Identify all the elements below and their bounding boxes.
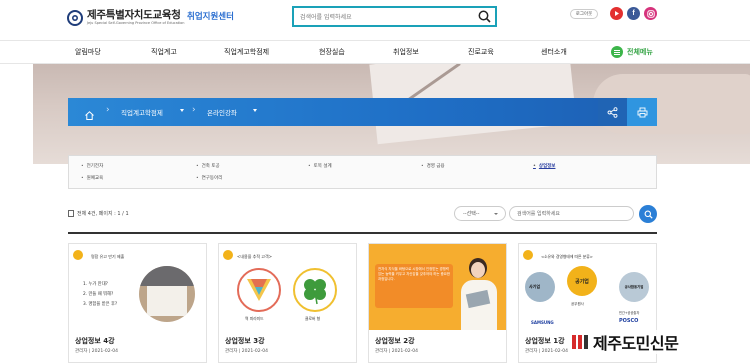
thumb-list-item: 1. 누가 만대?	[83, 282, 108, 287]
nav-item-career-education[interactable]: 진로교육	[468, 47, 494, 57]
print-icon	[637, 107, 647, 117]
category-filter: 전기전자 건축 토공 토목 설계 경영 금융 상업정보 원예교육 연구동아리	[68, 155, 657, 189]
thumb-heading: <내용을 추적 고객>	[237, 254, 273, 259]
hamburger-icon	[611, 46, 623, 58]
logout-button[interactable]: 로그아웃	[570, 9, 598, 19]
search-type-select[interactable]: --선택--	[454, 206, 506, 221]
watermark-text: 제주도민신문	[593, 334, 679, 353]
card-meta: 관리자 | 2021-02-04	[225, 349, 268, 354]
page: 제주특별자치도교육청 Jeju Special Self-Governing P…	[0, 0, 750, 363]
lecture-card[interactable]: <내용을 추적 고객> 역 피라미드 클로버 형 상업정보 3강 관리자 | 2…	[218, 243, 357, 363]
search-button[interactable]	[475, 8, 493, 25]
card-thumbnail: <내용을 추적 고객> 역 피라미드 클로버 형	[219, 244, 356, 330]
thumb-list-item: 3. 명함을 받은 후?	[83, 302, 118, 307]
nav-item-notice[interactable]: 알림마당	[75, 47, 101, 57]
header: 제주특별자치도교육청 Jeju Special Self-Governing P…	[0, 0, 750, 40]
document-icon	[68, 210, 74, 217]
search-icon	[644, 210, 653, 219]
thumb-label: 사기업	[529, 284, 541, 289]
card-thumbnail: 명함 유고 만기 제출 1. 누가 만대? 2. 만들 때 뭐해? 3. 명함을…	[69, 244, 206, 330]
keyword-search-button[interactable]	[639, 205, 657, 223]
thumb-brand: SAMSUNG	[531, 320, 554, 325]
org-name: 제주특별자치도교육청	[87, 9, 181, 21]
thumb-person	[457, 252, 501, 330]
watermark: 제주도민신문	[570, 330, 683, 354]
search-box	[292, 6, 497, 27]
lecture-card[interactable]: 전자식 지식을 바탕으로 시장에서 인정받는 경쟁력 있는 능력을 키우고 자신…	[368, 243, 507, 363]
thumb-list-item: 2. 만들 때 뭐해?	[83, 292, 114, 297]
thumb-brand: POSCO	[619, 318, 639, 324]
org-logo[interactable]: 제주특별자치도교육청 Jeju Special Self-Governing P…	[67, 9, 184, 26]
thumb-label: 클로버 형	[305, 316, 321, 321]
thumb-photo	[139, 266, 195, 322]
org-subtitle: Jeju Special Self-Governing Province Off…	[87, 21, 185, 25]
category-item[interactable]: 건축 토공	[196, 163, 220, 169]
thumb-circle-right	[293, 268, 337, 312]
thumb-text-box: 전자식 지식을 바탕으로 시장에서 인정받는 경쟁력 있는 능력을 키우고 자신…	[375, 264, 453, 308]
breadcrumb-item-online[interactable]: 온라인강좌	[207, 107, 237, 117]
site-name[interactable]: 취업지원센터	[187, 10, 234, 22]
thumb-label: 역 피라미드	[245, 316, 264, 321]
divider	[68, 232, 657, 234]
chevron-down-icon[interactable]	[253, 109, 257, 112]
facebook-icon[interactable]: f	[627, 7, 640, 20]
share-icon	[607, 106, 618, 118]
nav-item-job-info[interactable]: 취업정보	[393, 47, 419, 57]
card-meta: 관리자 | 2021-02-04	[75, 349, 118, 354]
search-icon	[478, 10, 491, 23]
all-menu-label: 전체메뉴	[627, 48, 653, 56]
main-nav: 알림마당 직업계고 직업계고학점제 현장실습 취업정보 진로교육 센터소개 전체…	[0, 40, 750, 64]
thumb-circle-left	[237, 268, 281, 312]
card-meta: 관리자 | 2021-02-04	[375, 349, 418, 354]
category-item[interactable]: 경영 금융	[421, 163, 445, 169]
thumb-label: 공무원사	[571, 302, 584, 306]
nav-item-credit-system[interactable]: 직업계고학점제	[224, 47, 269, 57]
chevron-right-icon: ›	[106, 105, 110, 115]
thumb-list: 1. 누가 만대? 2. 만들 때 뭐해? 3. 명함을 받은 후?	[83, 280, 117, 310]
category-item-active[interactable]: 상업정보	[533, 163, 556, 169]
card-title[interactable]: 상업정보 4강	[75, 336, 115, 346]
print-button[interactable]	[627, 98, 657, 126]
search-input[interactable]	[300, 11, 470, 23]
category-item[interactable]: 전기전자	[81, 163, 104, 169]
breadcrumb: › 직업계고학점제 › 온라인강좌	[68, 98, 657, 126]
card-title[interactable]: 상업정보 3강	[225, 336, 265, 346]
card-thumbnail: 전자식 지식을 바탕으로 시장에서 인정받는 경쟁력 있는 능력을 키우고 자신…	[369, 244, 506, 330]
breadcrumb-item-credit[interactable]: 직업계고학점제	[121, 107, 163, 117]
card-thumbnail: <소유와 경영형태에 따른 분류> 사기업 공기업 공사합동기업 공무원사 민간…	[519, 244, 656, 330]
category-item[interactable]: 토목 설계	[308, 163, 332, 169]
youtube-icon[interactable]	[610, 7, 623, 20]
thumb-center-label: 공기업	[567, 266, 597, 296]
thumb-label: 공사합동기업	[624, 285, 644, 289]
nav-item-field-training[interactable]: 현장실습	[319, 47, 345, 57]
card-meta: 관리자 | 2021-02-04	[525, 349, 568, 354]
emblem-icon	[67, 9, 83, 26]
card-title[interactable]: 상업정보 1강	[525, 336, 565, 346]
instagram-icon[interactable]	[644, 7, 657, 20]
keyword-input[interactable]	[509, 206, 634, 221]
card-title[interactable]: 상업정보 2강	[375, 336, 415, 346]
nav-item-vocational-school[interactable]: 직업계고	[151, 47, 177, 57]
watermark-logo-icon	[570, 332, 590, 352]
lecture-card[interactable]: 명함 유고 만기 제출 1. 누가 만대? 2. 만들 때 뭐해? 3. 명함을…	[68, 243, 207, 363]
chevron-down-icon[interactable]	[180, 109, 184, 112]
category-item[interactable]: 원예교육	[81, 175, 104, 181]
chevron-right-icon: ›	[192, 105, 196, 115]
thumb-label: 민간+공공출자	[619, 311, 640, 315]
nav-item-center-intro[interactable]: 센터소개	[541, 47, 567, 57]
share-button[interactable]	[598, 98, 627, 126]
result-count: 전체 4건, 페이지 : 1 / 1	[68, 210, 129, 217]
all-menu-button[interactable]: 전체메뉴	[611, 46, 653, 58]
home-icon[interactable]	[84, 106, 95, 125]
result-count-text: 전체 4건, 페이지 : 1 / 1	[77, 211, 129, 217]
thumb-heading: 명함 유고 만기 제출	[91, 254, 125, 259]
thumb-heading: <소유와 경영형태에 따른 분류>	[541, 254, 593, 259]
category-item[interactable]: 연구동아리	[196, 175, 223, 181]
